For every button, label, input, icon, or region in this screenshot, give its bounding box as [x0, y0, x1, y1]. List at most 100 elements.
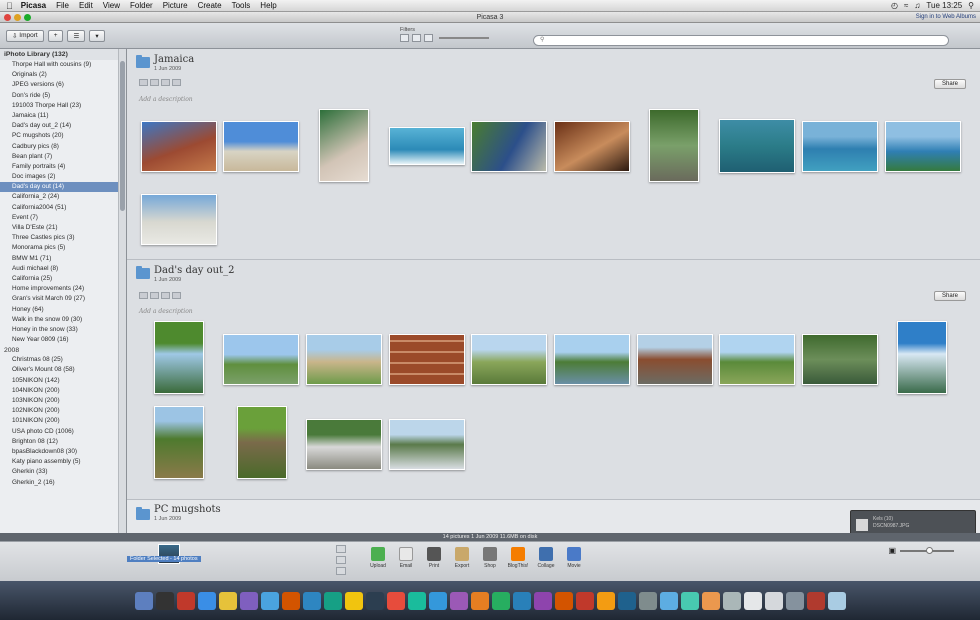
photo-thumbnail[interactable]: [649, 109, 699, 182]
photo-thumbnail[interactable]: [885, 121, 961, 172]
search-input[interactable]: ⚲: [533, 35, 949, 46]
photo-thumbnail[interactable]: [389, 127, 465, 165]
print-button[interactable]: Print: [424, 547, 444, 569]
sidebar-folder-item[interactable]: BMW M1 (71): [0, 254, 126, 264]
volume-icon[interactable]: ♫: [914, 1, 920, 10]
dock-app-icon[interactable]: [764, 591, 783, 610]
sidebar-folder-item[interactable]: Oliver's Mount 08 (58): [0, 365, 126, 375]
dock-app-icon[interactable]: [533, 591, 552, 610]
sidebar-folder-item[interactable]: 101NIKON (200): [0, 416, 126, 426]
filter-video-button[interactable]: [412, 34, 421, 42]
dock-app-icon[interactable]: [176, 591, 195, 610]
sidebar-folder-item[interactable]: Villa D'Este (21): [0, 223, 126, 233]
spotlight-icon[interactable]: ⚲: [968, 1, 974, 10]
photo-thumbnail[interactable]: [719, 334, 795, 385]
dock-app-icon[interactable]: [197, 591, 216, 610]
menu-edit[interactable]: Edit: [79, 1, 93, 10]
dock-app-icon[interactable]: [512, 591, 531, 610]
share-button-dads-day-out-2[interactable]: Share: [934, 291, 966, 301]
photo-thumbnail[interactable]: [471, 334, 547, 385]
play-slideshow-icon[interactable]: [139, 79, 148, 86]
album-title-jamaica[interactable]: Jamaica: [154, 54, 194, 65]
sidebar-year-2008[interactable]: 2008: [0, 346, 126, 355]
wifi-icon[interactable]: ≈: [904, 1, 908, 10]
photo-thumbnail[interactable]: [237, 406, 287, 479]
sidebar-scrollbar[interactable]: [118, 49, 126, 533]
dock-app-icon[interactable]: [722, 591, 741, 610]
close-window-button[interactable]: [4, 13, 11, 21]
sidebar-folder-item[interactable]: PC mugshots (20): [0, 131, 126, 141]
edit-album-icon[interactable]: [161, 79, 170, 86]
upload-icon[interactable]: [150, 79, 159, 86]
sidebar-folder-item[interactable]: Family portraits (4): [0, 162, 126, 172]
menu-create[interactable]: Create: [198, 1, 222, 10]
dock-app-icon[interactable]: [281, 591, 300, 610]
zoom-slider[interactable]: [900, 546, 954, 554]
sidebar-folder-item[interactable]: Event (7): [0, 213, 126, 223]
upload-button[interactable]: Upload: [368, 547, 388, 569]
sync-icon[interactable]: [172, 79, 181, 86]
menu-view[interactable]: View: [103, 1, 120, 10]
dock-app-icon[interactable]: [239, 591, 258, 610]
photo-thumbnail[interactable]: [554, 334, 630, 385]
movie-button[interactable]: Movie: [564, 547, 584, 569]
add-to-album-icon[interactable]: [336, 567, 346, 575]
photo-thumbnail[interactable]: [319, 109, 369, 182]
clear-selection-icon[interactable]: [336, 556, 346, 564]
sidebar-folder-item[interactable]: Jamaica (11): [0, 111, 126, 121]
import-button[interactable]: ⇩ Import: [6, 29, 44, 42]
dock-app-icon[interactable]: [386, 591, 405, 610]
sidebar-folder-item[interactable]: USA photo CD (1006): [0, 427, 126, 437]
sidebar-folder-item[interactable]: Brighton 08 (12): [0, 437, 126, 447]
sidebar-folder-item[interactable]: Doc images (2): [0, 172, 126, 182]
photo-thumbnail[interactable]: [141, 121, 217, 172]
minimize-window-button[interactable]: [14, 13, 21, 21]
dock-app-icon[interactable]: [701, 591, 720, 610]
dock-app-icon[interactable]: [134, 591, 153, 610]
photo-thumbnail[interactable]: [897, 321, 947, 394]
album-title-pc-mugshots[interactable]: PC mugshots: [154, 504, 221, 515]
sidebar-folder-item[interactable]: Cadbury pics (8): [0, 142, 126, 152]
play-slideshow-icon[interactable]: [139, 292, 148, 299]
photo-thumbnail[interactable]: [389, 419, 465, 470]
sidebar-folder-item[interactable]: Katy piano assembly (5): [0, 457, 126, 467]
sidebar-folder-item[interactable]: Dad's day out (14): [0, 182, 126, 193]
sidebar-folder-item[interactable]: Home improvements (24): [0, 284, 126, 294]
dock-app-icon[interactable]: [575, 591, 594, 610]
photo-thumbnail[interactable]: [223, 334, 299, 385]
sidebar-folder-item[interactable]: California (25): [0, 274, 126, 284]
photo-thumbnail[interactable]: [306, 334, 382, 385]
photo-thumbnail[interactable]: [554, 121, 630, 172]
photo-thumbnail[interactable]: [223, 121, 299, 172]
photo-thumbnail[interactable]: [802, 334, 878, 385]
menu-help[interactable]: Help: [260, 1, 276, 10]
sidebar-folder-item[interactable]: Honey in the snow (33): [0, 325, 126, 335]
menu-picture[interactable]: Picture: [163, 1, 188, 10]
album-description-dads-day-out-2[interactable]: Add a description: [139, 308, 193, 315]
clock[interactable]: Tue 13:25: [926, 1, 962, 10]
photo-thumbnail[interactable]: [802, 121, 878, 172]
menu-tools[interactable]: Tools: [232, 1, 251, 10]
export-button[interactable]: Export: [452, 547, 472, 569]
sidebar-folder-item[interactable]: 103NIKON (200): [0, 396, 126, 406]
photo-thumbnail[interactable]: [141, 194, 217, 245]
sidebar-folder-item[interactable]: bpasBlackdown08 (30): [0, 447, 126, 457]
sidebar-folder-item[interactable]: JPEG versions (6): [0, 80, 126, 90]
dock-app-icon[interactable]: [365, 591, 384, 610]
dock-app-icon[interactable]: [155, 591, 174, 610]
shop-button[interactable]: Shop: [480, 547, 500, 569]
dock-app-icon[interactable]: [659, 591, 678, 610]
sidebar-folder-item[interactable]: California2004 (51): [0, 203, 126, 213]
zoom-slider-knob[interactable]: [926, 546, 933, 554]
sidebar-folder-item[interactable]: Honey (64): [0, 305, 126, 315]
album-description-jamaica[interactable]: Add a description: [139, 96, 193, 103]
filter-faces-button[interactable]: [424, 34, 433, 42]
sidebar-folder-item[interactable]: Three Castles pics (3): [0, 233, 126, 243]
photo-thumbnail[interactable]: [306, 419, 382, 470]
photo-thumbnail[interactable]: [471, 121, 547, 172]
menu-file[interactable]: File: [56, 1, 69, 10]
dock-app-icon[interactable]: [344, 591, 363, 610]
dock-app-icon[interactable]: [596, 591, 615, 610]
sign-in-link[interactable]: Sign in to Web Albums: [916, 14, 976, 20]
add-icon-button[interactable]: +: [47, 29, 64, 42]
